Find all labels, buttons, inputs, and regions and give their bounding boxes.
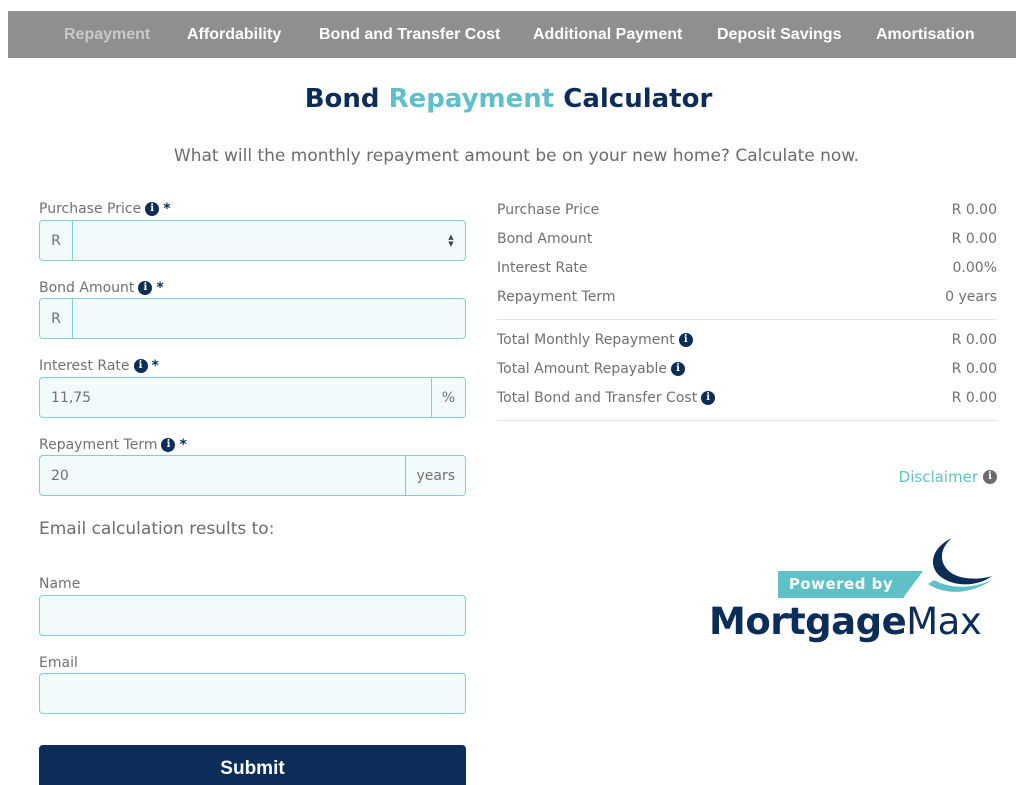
- bond-amount-label: Bond Amount i *: [39, 280, 164, 296]
- tab-deposit-savings[interactable]: Deposit Savings: [717, 11, 841, 58]
- interest-rate-label: Interest Rate i *: [39, 358, 159, 374]
- result-row: Bond Amount R 0.00: [497, 229, 997, 249]
- total-value: R 0.00: [951, 332, 997, 348]
- results-divider: [497, 420, 997, 421]
- disclaimer-text[interactable]: Disclaimer: [899, 468, 978, 486]
- repayment-term-input[interactable]: [40, 456, 406, 495]
- brand-light: Max: [906, 600, 982, 643]
- required-marker: *: [163, 201, 171, 217]
- disclaimer-link[interactable]: Disclaimer i: [899, 468, 997, 486]
- tab-amortisation[interactable]: Amortisation: [876, 11, 975, 58]
- result-value: 0.00%: [952, 260, 997, 276]
- title-accent: Repayment: [388, 84, 555, 114]
- result-value: R 0.00: [951, 202, 997, 218]
- result-row: Interest Rate 0.00%: [497, 258, 997, 278]
- interest-rate-label-text: Interest Rate: [39, 358, 130, 374]
- repayment-term-label-text: Repayment Term: [39, 437, 158, 453]
- result-label: Interest Rate: [497, 260, 588, 276]
- interest-rate-field: %: [39, 377, 466, 418]
- tab-repayment[interactable]: Repayment: [64, 11, 150, 58]
- info-icon[interactable]: i: [145, 202, 160, 216]
- total-label: Total Bond and Transfer Cost: [497, 390, 698, 406]
- page-title: Bond Repayment Calculator: [0, 84, 1017, 114]
- purchase-price-label-text: Purchase Price: [39, 201, 142, 217]
- bond-amount-input[interactable]: [73, 299, 465, 338]
- email-label-text: Email: [39, 655, 78, 671]
- email-input[interactable]: [40, 674, 465, 713]
- result-value: 0 years: [945, 289, 997, 305]
- name-label: Name: [39, 576, 80, 592]
- currency-prefix: R: [40, 299, 73, 338]
- result-row: Repayment Term 0 years: [497, 287, 997, 307]
- page-subtitle: What will the monthly repayment amount b…: [173, 146, 860, 166]
- result-label: Bond Amount: [497, 231, 593, 247]
- info-icon[interactable]: i: [983, 470, 997, 484]
- result-value: R 0.00: [951, 231, 997, 247]
- submit-button[interactable]: Submit: [39, 745, 466, 785]
- name-label-text: Name: [39, 576, 81, 592]
- purchase-price-label: Purchase Price i *: [39, 201, 171, 217]
- title-part-1: Bond: [304, 84, 380, 114]
- powered-by-badge-tail: [903, 571, 923, 598]
- results-divider: [497, 319, 997, 320]
- total-label: Total Monthly Repayment: [497, 332, 675, 348]
- tab-additional-payment[interactable]: Additional Payment: [533, 11, 682, 58]
- info-icon[interactable]: i: [671, 362, 686, 376]
- required-marker: *: [179, 437, 187, 453]
- purchase-price-input[interactable]: [73, 221, 437, 260]
- years-suffix: years: [405, 456, 465, 495]
- tab-bond-and-transfer-cost[interactable]: Bond and Transfer Cost: [319, 11, 500, 58]
- bond-amount-label-text: Bond Amount: [39, 280, 135, 296]
- required-marker: *: [156, 280, 164, 296]
- title-part-2: Calculator: [563, 84, 713, 114]
- bond-amount-field: R: [39, 298, 466, 339]
- total-row: Total Amount Repayable i R 0.00: [497, 359, 997, 379]
- powered-by-badge: Powered by: [778, 571, 904, 598]
- result-row: Purchase Price R 0.00: [497, 200, 997, 220]
- percent-suffix: %: [430, 378, 465, 417]
- info-icon[interactable]: i: [138, 281, 153, 295]
- total-value: R 0.00: [951, 390, 997, 406]
- email-field: [39, 673, 466, 714]
- repayment-term-label: Repayment Term i *: [39, 437, 187, 453]
- total-row: Total Monthly Repayment i R 0.00: [497, 330, 997, 350]
- number-spinner-icon[interactable]: ▲ ▼: [437, 221, 465, 260]
- purchase-price-field: R ▲ ▼: [39, 220, 466, 261]
- total-row: Total Bond and Transfer Cost i R 0.00: [497, 388, 997, 408]
- brand-wordmark: MortgageMax: [709, 600, 982, 643]
- info-icon[interactable]: i: [133, 359, 148, 373]
- info-icon[interactable]: i: [701, 391, 716, 405]
- name-field: [39, 595, 466, 636]
- info-icon[interactable]: i: [161, 438, 176, 452]
- required-marker: *: [151, 358, 159, 374]
- email-label: Email: [39, 655, 78, 671]
- total-value: R 0.00: [951, 361, 997, 377]
- mortgagemax-logo: Powered by MortgageMax: [705, 536, 1005, 648]
- interest-rate-input[interactable]: [40, 378, 431, 417]
- brand-bold: Mortgage: [709, 600, 907, 643]
- repayment-term-field: years: [39, 455, 466, 496]
- currency-prefix: R: [40, 221, 73, 260]
- total-label-group: Total Monthly Repayment i: [497, 332, 693, 348]
- total-label-group: Total Amount Repayable i: [497, 361, 686, 377]
- info-icon[interactable]: i: [678, 333, 693, 347]
- result-label: Repayment Term: [497, 289, 616, 305]
- calculator-tab-bar: Repayment Affordability Bond and Transfe…: [8, 11, 1016, 58]
- name-input[interactable]: [40, 596, 465, 635]
- tab-affordability[interactable]: Affordability: [187, 11, 281, 58]
- total-label: Total Amount Repayable: [497, 361, 668, 377]
- email-results-heading: Email calculation results to:: [39, 519, 275, 539]
- result-label: Purchase Price: [497, 202, 600, 218]
- total-label-group: Total Bond and Transfer Cost i: [497, 390, 716, 406]
